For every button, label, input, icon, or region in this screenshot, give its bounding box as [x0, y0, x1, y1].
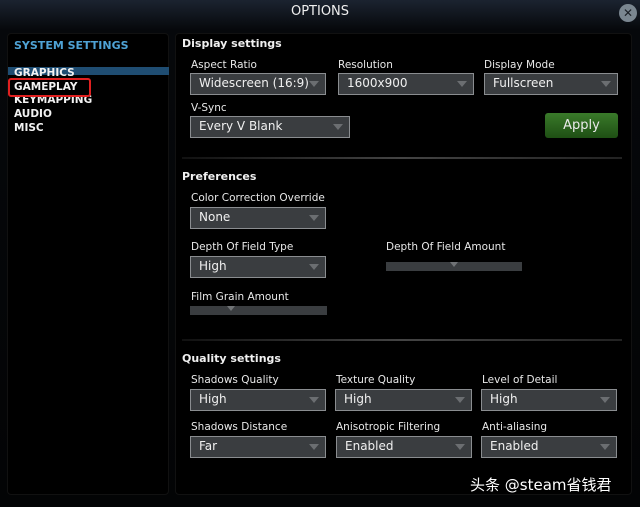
shadows-quality-label: Shadows Quality [191, 374, 279, 386]
resolution-dropdown[interactable]: 1600x900 [338, 73, 474, 95]
divider [182, 339, 622, 341]
anisotropic-filtering-value: Enabled [345, 439, 394, 453]
dof-type-label: Depth Of Field Type [191, 241, 294, 253]
sidebar-item-audio[interactable]: AUDIO [14, 108, 52, 120]
display-mode-value: Fullscreen [493, 76, 554, 90]
chevron-down-icon [601, 81, 611, 87]
sidebar-item-misc[interactable]: MISC [14, 122, 44, 134]
aspect-ratio-value: Widescreen (16:9) [199, 76, 309, 90]
chevron-down-icon [455, 397, 465, 403]
chevron-down-icon [309, 444, 319, 450]
quality-settings-heading: Quality settings [182, 352, 281, 365]
chevron-down-icon [309, 264, 319, 270]
window-title: OPTIONS [290, 4, 350, 19]
anisotropic-filtering-label: Anisotropic Filtering [336, 421, 441, 433]
texture-quality-value: High [344, 392, 372, 406]
chevron-down-icon [309, 215, 319, 221]
texture-quality-dropdown[interactable]: High [335, 389, 472, 411]
vsync-dropdown[interactable]: Every V Blank [190, 116, 350, 138]
slider-thumb[interactable] [227, 306, 236, 311]
color-correction-label: Color Correction Override [191, 192, 325, 204]
watermark: 头条 @steam省钱君 [470, 476, 612, 494]
level-of-detail-dropdown[interactable]: High [481, 389, 617, 411]
color-correction-dropdown[interactable]: None [190, 207, 326, 229]
dof-amount-slider[interactable] [386, 262, 522, 271]
chevron-down-icon [333, 124, 343, 130]
aspect-ratio-label: Aspect Ratio [191, 59, 257, 71]
aspect-ratio-dropdown[interactable]: Widescreen (16:9) [190, 73, 326, 95]
resolution-value: 1600x900 [347, 76, 408, 90]
chevron-down-icon [457, 81, 467, 87]
film-grain-slider[interactable] [190, 306, 327, 315]
sidebar-heading: SYSTEM SETTINGS [14, 39, 129, 52]
dof-type-value: High [199, 259, 227, 273]
preferences-heading: Preferences [182, 170, 257, 183]
chevron-down-icon [600, 444, 610, 450]
level-of-detail-value: High [490, 392, 518, 406]
display-mode-dropdown[interactable]: Fullscreen [484, 73, 618, 95]
shadows-distance-label: Shadows Distance [191, 421, 288, 433]
highlight-box [8, 78, 91, 97]
anti-aliasing-dropdown[interactable]: Enabled [481, 436, 617, 458]
apply-button[interactable]: Apply [545, 113, 618, 138]
anisotropic-filtering-dropdown[interactable]: Enabled [336, 436, 472, 458]
film-grain-label: Film Grain Amount [191, 291, 289, 303]
shadows-quality-value: High [199, 392, 227, 406]
color-correction-value: None [199, 210, 231, 224]
dof-type-dropdown[interactable]: High [190, 256, 326, 278]
chevron-down-icon [309, 397, 319, 403]
close-icon[interactable]: ✕ [619, 4, 637, 22]
display-settings-heading: Display settings [182, 37, 282, 50]
chevron-down-icon [309, 81, 319, 87]
chevron-down-icon [455, 444, 465, 450]
vsync-value: Every V Blank [199, 119, 283, 133]
anti-aliasing-label: Anti-aliasing [482, 421, 548, 433]
texture-quality-label: Texture Quality [336, 374, 416, 386]
dof-amount-label: Depth Of Field Amount [386, 241, 506, 253]
slider-thumb[interactable] [450, 262, 458, 267]
vsync-label: V-Sync [191, 102, 227, 114]
level-of-detail-label: Level of Detail [482, 374, 558, 386]
shadows-quality-dropdown[interactable]: High [190, 389, 326, 411]
shadows-distance-value: Far [199, 439, 218, 453]
divider [182, 157, 622, 159]
anti-aliasing-value: Enabled [490, 439, 539, 453]
shadows-distance-dropdown[interactable]: Far [190, 436, 326, 458]
display-mode-label: Display Mode [484, 59, 555, 71]
chevron-down-icon [600, 397, 610, 403]
resolution-label: Resolution [338, 59, 393, 71]
